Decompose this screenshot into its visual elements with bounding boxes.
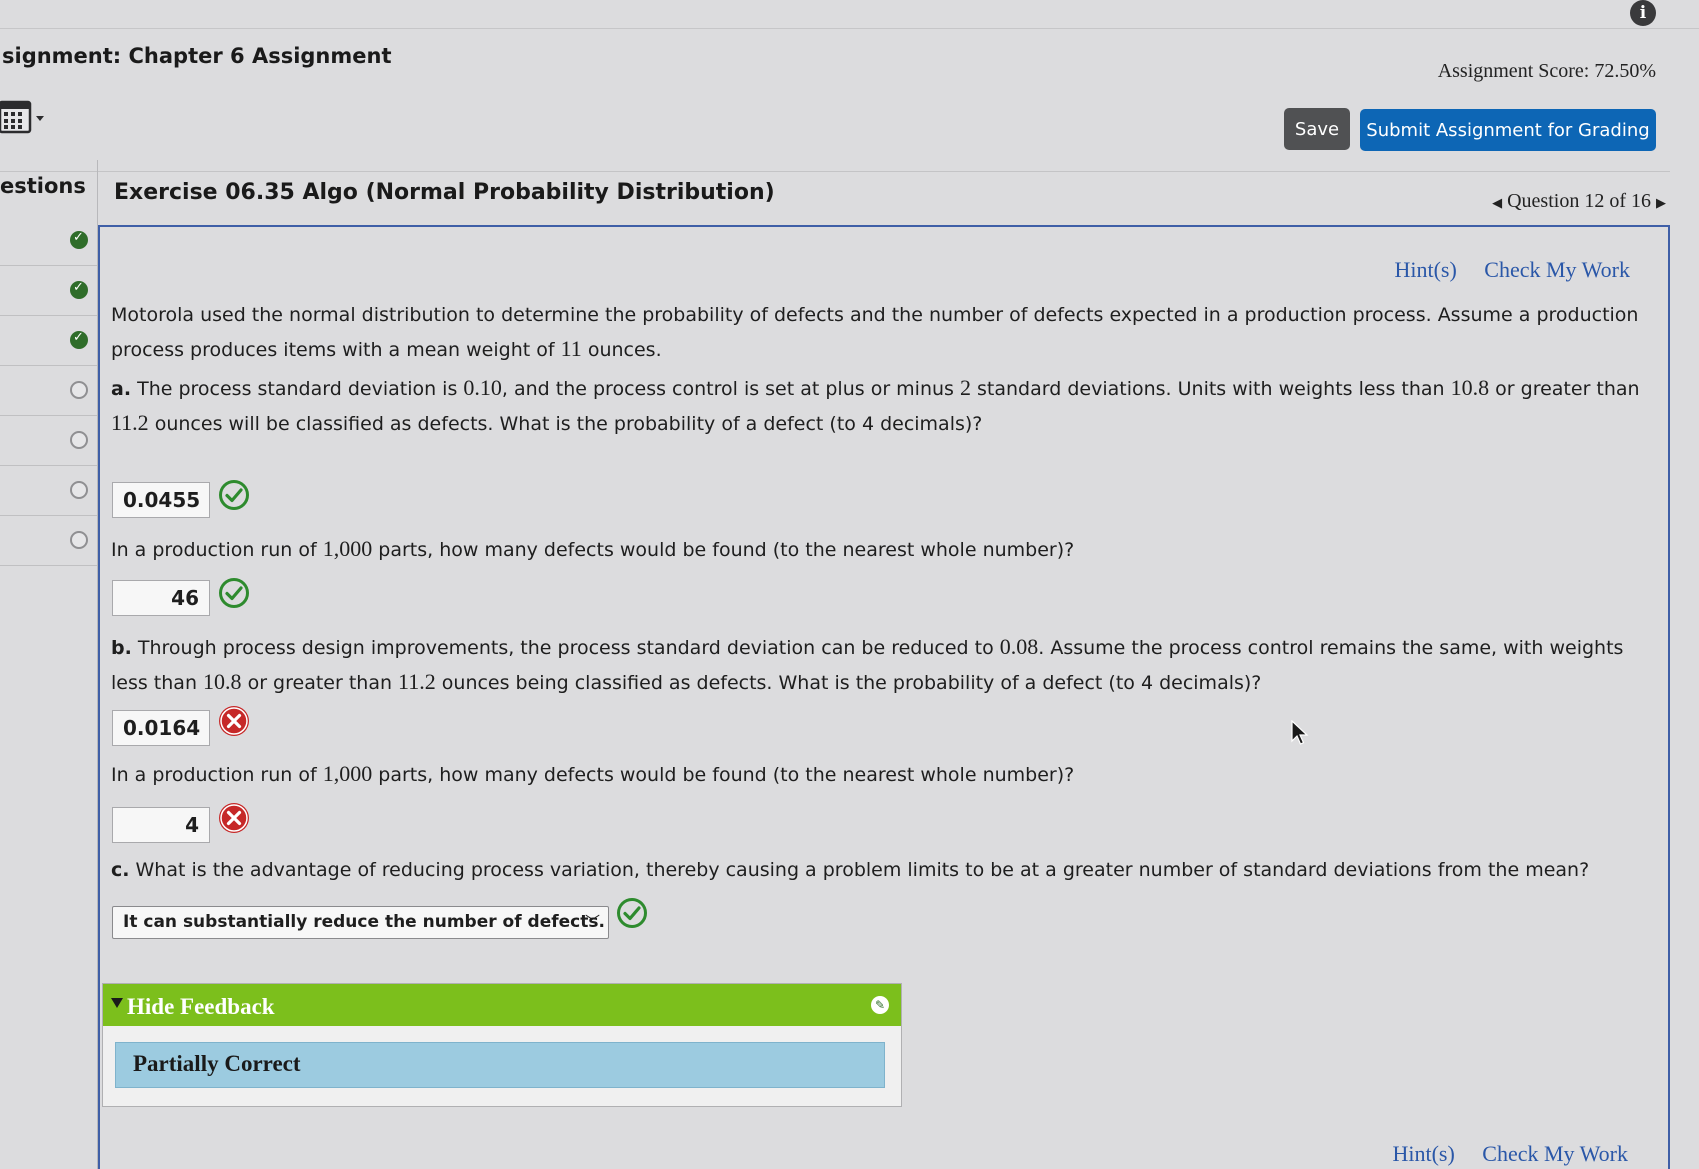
sidebar-question-item[interactable] <box>0 415 97 466</box>
part-a-probability-input[interactable]: 0.0455 <box>112 482 210 518</box>
sidebar-question-item[interactable] <box>0 465 97 516</box>
feedback-status-box: Partially Correct <box>115 1042 885 1088</box>
collapse-triangle-icon <box>111 998 123 1008</box>
sidebar-question-item[interactable] <box>0 215 97 266</box>
hints-link[interactable]: Hint(s) <box>1392 1141 1454 1166</box>
check-my-work-link[interactable]: Check My Work <box>1482 1141 1628 1166</box>
unanswered-status-icon <box>70 481 88 499</box>
submit-assignment-button[interactable]: Submit Assignment for Grading <box>1360 109 1656 151</box>
unanswered-status-icon <box>70 381 88 399</box>
part-b-defects-input[interactable]: 4 <box>112 807 210 843</box>
incorrect-x-icon <box>219 803 249 833</box>
feedback-status: Partially Correct <box>133 1051 301 1076</box>
question-intro: Motorola used the normal distribution to… <box>111 304 1639 361</box>
sidebar-question-item[interactable] <box>0 515 97 566</box>
questions-sidebar-heading: estions <box>0 174 86 198</box>
part-b-followup-question: In a production run of 1,000 parts, how … <box>111 761 1075 786</box>
unanswered-status-icon <box>70 531 88 549</box>
bottom-links: Hint(s) Check My Work <box>1370 1141 1628 1167</box>
completed-status-icon <box>70 330 88 349</box>
info-icon[interactable]: i <box>1630 0 1656 26</box>
previous-question-icon[interactable]: ◀ <box>1492 195 1502 210</box>
top-divider <box>0 28 1699 29</box>
hints-link[interactable]: Hint(s) <box>1394 257 1456 282</box>
question-navigator: ◀ Question 12 of 16 ▶ <box>1492 190 1666 213</box>
save-button[interactable]: Save <box>1284 108 1350 150</box>
part-a-followup-question: In a production run of 1,000 parts, how … <box>111 536 1075 561</box>
feedback-header[interactable]: Hide Feedback ✎ <box>103 984 901 1026</box>
calculator-icon[interactable] <box>0 98 48 138</box>
unanswered-status-icon <box>70 431 88 449</box>
mouse-cursor-icon <box>1291 720 1309 745</box>
part-c-question: c. What is the advantage of reducing pro… <box>111 859 1590 881</box>
part-a-question: a. The process standard deviation is 0.1… <box>111 375 1640 435</box>
part-b-probability-input[interactable]: 0.0164 <box>112 710 210 746</box>
incorrect-x-icon <box>219 706 249 736</box>
part-c-answer-select[interactable]: It can substantially reduce the number o… <box>112 906 609 939</box>
header-divider <box>0 171 1670 172</box>
assignment-score: Assignment Score: 72.50% <box>1437 60 1656 82</box>
hide-feedback-toggle[interactable]: Hide Feedback <box>127 994 275 1020</box>
correct-check-icon <box>219 578 249 608</box>
feedback-panel: Hide Feedback ✎ Partially Correct <box>102 983 902 1107</box>
question-counter: Question 12 of 16 <box>1507 190 1651 212</box>
selected-option: It can substantially reduce the number o… <box>123 912 605 932</box>
question-panel: Hint(s) Check My Work Motorola used the … <box>98 225 1670 1169</box>
completed-status-icon <box>70 230 88 249</box>
completed-status-icon <box>70 280 88 299</box>
pencil-icon[interactable]: ✎ <box>871 996 889 1014</box>
sidebar-question-item[interactable] <box>0 265 97 316</box>
chevron-down-icon: ﹀ <box>584 913 600 931</box>
check-my-work-link[interactable]: Check My Work <box>1484 257 1630 282</box>
part-a-defects-input[interactable]: 46 <box>112 580 210 616</box>
top-links: Hint(s) Check My Work <box>1372 257 1630 283</box>
page-title: signment: Chapter 6 Assignment <box>2 44 392 68</box>
correct-check-icon <box>617 898 647 928</box>
next-question-icon[interactable]: ▶ <box>1656 195 1666 210</box>
part-b-question: b. Through process design improvements, … <box>111 634 1624 694</box>
correct-check-icon <box>219 480 249 510</box>
sidebar-question-item[interactable] <box>0 365 97 416</box>
exercise-title: Exercise 06.35 Algo (Normal Probability … <box>114 180 775 205</box>
sidebar-question-item[interactable] <box>0 315 97 366</box>
